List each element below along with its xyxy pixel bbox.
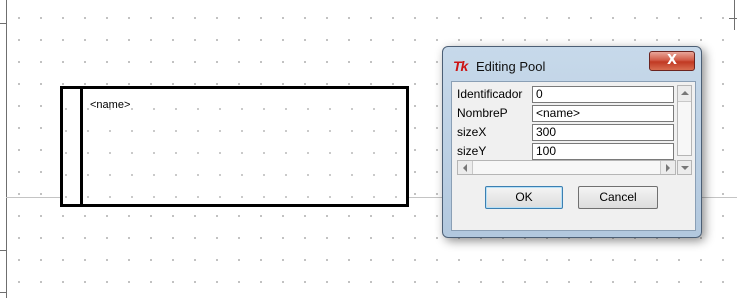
dialog-client-area: Identificador 0 NombreP <name> sizeX 300… xyxy=(451,81,696,231)
scroll-left-button[interactable] xyxy=(458,161,473,174)
scroll-right-arrow-icon xyxy=(666,164,670,172)
ruler-tick xyxy=(729,18,737,19)
scroll-down-arrow-icon xyxy=(681,166,689,170)
pool-lane-divider xyxy=(80,86,83,207)
scroll-down-button[interactable] xyxy=(677,160,692,175)
sizex-input[interactable]: 300 xyxy=(532,124,674,141)
identificador-input[interactable]: 0 xyxy=(532,86,674,103)
close-button[interactable]: X xyxy=(649,51,695,71)
dialog-titlebar[interactable]: Tk Editing Pool X xyxy=(443,47,701,81)
field-label-identificador: Identificador xyxy=(457,87,523,101)
scroll-up-arrow-icon xyxy=(681,91,689,95)
ruler-tick xyxy=(0,250,6,251)
ruler-tick xyxy=(0,292,6,293)
pool-name-label[interactable]: <name> xyxy=(90,99,130,111)
close-icon: X xyxy=(666,53,678,68)
field-label-sizex: sizeX xyxy=(457,125,487,139)
vertical-scrollbar[interactable] xyxy=(677,85,692,156)
dialog-title: Editing Pool xyxy=(476,59,546,74)
nombrep-input[interactable]: <name> xyxy=(532,105,674,122)
ok-button[interactable]: OK xyxy=(485,186,563,209)
sizey-input[interactable]: 100 xyxy=(532,143,674,160)
field-label-nombrep: NombreP xyxy=(457,106,508,120)
tk-app-icon: Tk xyxy=(453,58,468,74)
editing-pool-dialog: Tk Editing Pool X Identificador 0 Nombre… xyxy=(442,46,702,238)
scroll-left-arrow-icon xyxy=(463,164,467,172)
scroll-right-button[interactable] xyxy=(660,161,675,174)
ruler-tick xyxy=(0,23,6,24)
cancel-button[interactable]: Cancel xyxy=(578,186,658,209)
pool-shape[interactable]: <name> xyxy=(60,86,409,207)
horizontal-scrollbar[interactable] xyxy=(457,160,676,175)
scroll-up-button[interactable] xyxy=(678,86,691,102)
ruler-tick xyxy=(734,0,735,30)
field-label-sizey: sizeY xyxy=(457,144,487,158)
canvas-left-border xyxy=(6,0,7,298)
